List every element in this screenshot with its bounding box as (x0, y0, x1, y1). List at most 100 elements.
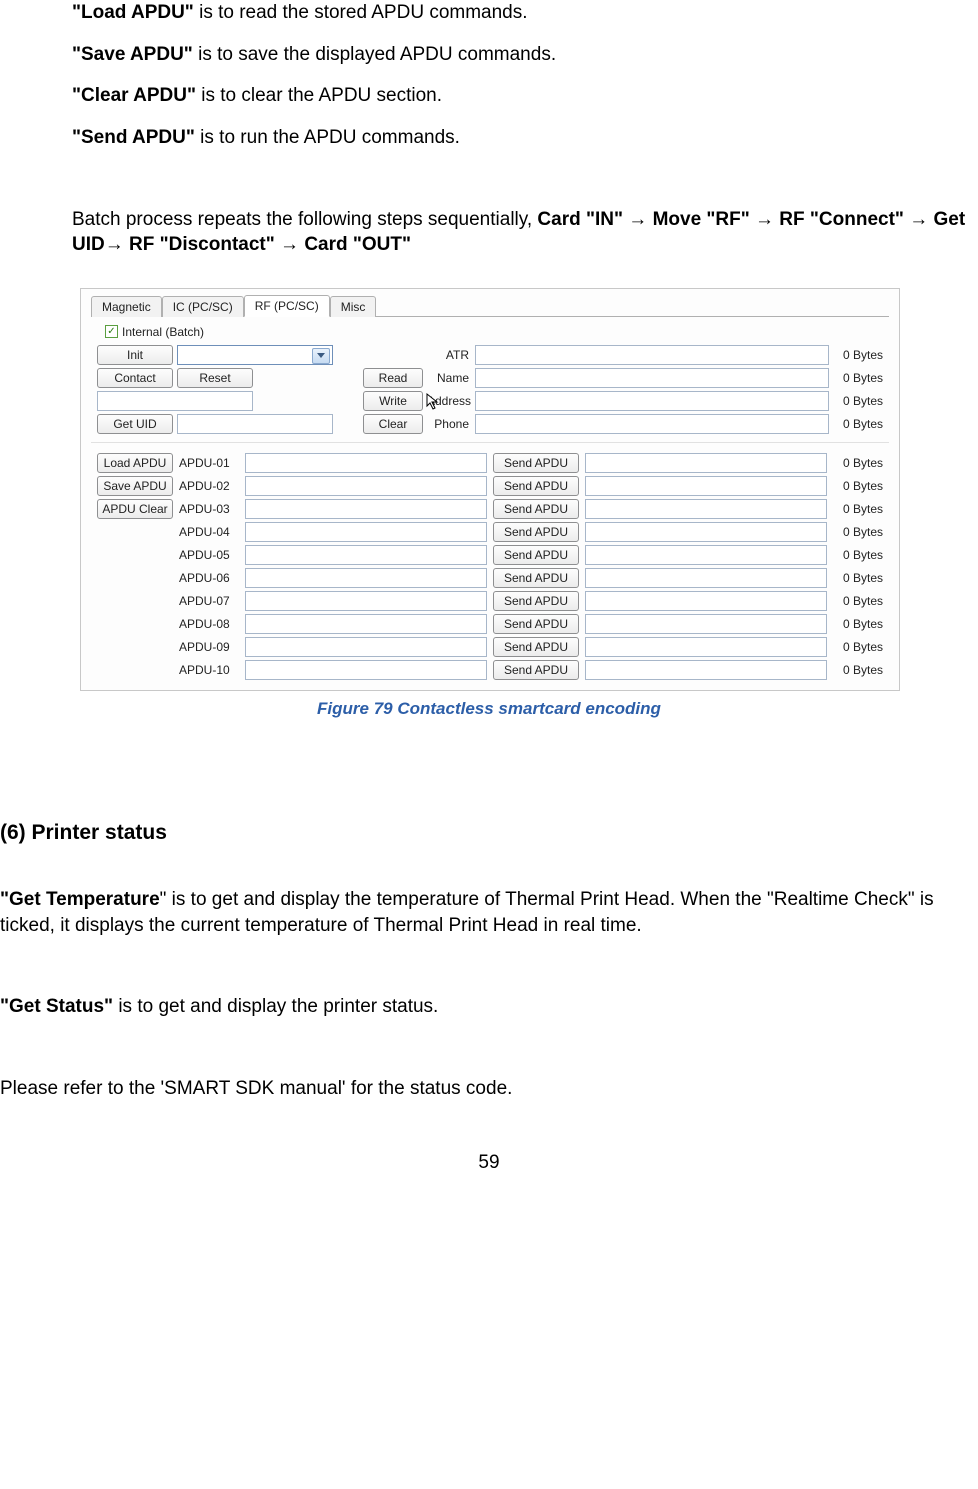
para-send-apdu: "Send APDU" is to run the APDU commands. (72, 125, 978, 151)
blank-field[interactable] (97, 391, 253, 411)
apdu-bytes: 0 Bytes (833, 663, 883, 677)
tab-magnetic[interactable]: Magnetic (91, 296, 162, 317)
send-apdu-button[interactable]: Send APDU (493, 591, 579, 611)
name-bytes: 0 Bytes (833, 371, 883, 385)
apdu-bytes: 0 Bytes (833, 479, 883, 493)
bold-get-temp: "Get Temperature (0, 889, 160, 910)
apdu-row-label: APDU-06 (179, 571, 239, 585)
bold-clear: "Clear APDU" (72, 85, 196, 106)
apdu-bytes: 0 Bytes (833, 548, 883, 562)
send-apdu-button[interactable]: Send APDU (493, 545, 579, 565)
tab-misc[interactable]: Misc (330, 296, 377, 317)
ui-panel: Magnetic IC (PC/SC) RF (PC/SC) Misc ✓ In… (80, 288, 900, 691)
para-load-apdu: "Load APDU" is to read the stored APDU c… (72, 0, 978, 26)
apdu-input[interactable] (245, 545, 487, 565)
init-combo[interactable] (177, 345, 333, 365)
reset-button[interactable]: Reset (177, 368, 253, 388)
bold-get-status: "Get Status" (0, 996, 113, 1017)
text-load: is to read the stored APDU commands. (194, 2, 528, 23)
apdu-row-label: APDU-08 (179, 617, 239, 631)
send-apdu-button[interactable]: Send APDU (493, 476, 579, 496)
atr-field[interactable] (475, 345, 829, 365)
getuid-field[interactable] (177, 414, 333, 434)
atr-bytes: 0 Bytes (833, 348, 883, 362)
tab-rf[interactable]: RF (PC/SC) (244, 295, 330, 317)
contact-button[interactable]: Contact (97, 368, 173, 388)
text-send: is to run the APDU commands. (195, 127, 460, 148)
apdu-result[interactable] (585, 591, 827, 611)
para-sdk-ref: Please refer to the 'SMART SDK manual' f… (0, 1076, 978, 1102)
heading-printer-status: (6) Printer status (0, 819, 978, 847)
apdu-input[interactable] (245, 499, 487, 519)
write-button[interactable]: Write (363, 391, 423, 411)
apdu-result[interactable] (585, 614, 827, 634)
bold-save: "Save APDU" (72, 44, 193, 65)
apdu-input[interactable] (245, 453, 487, 473)
save-apdu-button[interactable]: Save APDU (97, 476, 173, 496)
internal-batch-checkbox[interactable]: ✓ (105, 325, 118, 338)
text-batch-a: Batch process repeats the following step… (72, 209, 537, 230)
getuid-button[interactable]: Get UID (97, 414, 173, 434)
send-apdu-button[interactable]: Send APDU (493, 614, 579, 634)
apdu-result[interactable] (585, 545, 827, 565)
para-batch: Batch process repeats the following step… (72, 207, 978, 258)
apdu-input[interactable] (245, 568, 487, 588)
para-save-apdu: "Save APDU" is to save the displayed APD… (72, 42, 978, 68)
apdu-clear-button[interactable]: APDU Clear (97, 499, 173, 519)
apdu-row-label: APDU-10 (179, 663, 239, 677)
name-label: Name (427, 371, 471, 385)
send-apdu-button[interactable]: Send APDU (493, 660, 579, 680)
apdu-input[interactable] (245, 591, 487, 611)
text-save: is to save the displayed APDU commands. (193, 44, 556, 65)
apdu-row-label: APDU-04 (179, 525, 239, 539)
init-button[interactable]: Init (97, 345, 173, 365)
bold-load: "Load APDU" (72, 2, 194, 23)
address-field[interactable] (475, 391, 829, 411)
para-clear-apdu: "Clear APDU" is to clear the APDU sectio… (72, 83, 978, 109)
cursor-icon (425, 392, 441, 412)
apdu-row-label: APDU-01 (179, 456, 239, 470)
tab-ic[interactable]: IC (PC/SC) (162, 296, 244, 317)
phone-label: Phone (427, 417, 471, 431)
apdu-row-label: APDU-02 (179, 479, 239, 493)
send-apdu-button[interactable]: Send APDU (493, 568, 579, 588)
apdu-bytes: 0 Bytes (833, 456, 883, 470)
load-apdu-button[interactable]: Load APDU (97, 453, 173, 473)
phone-bytes: 0 Bytes (833, 417, 883, 431)
page-number: 59 (0, 1152, 978, 1174)
apdu-input[interactable] (245, 522, 487, 542)
apdu-result[interactable] (585, 660, 827, 680)
name-field[interactable] (475, 368, 829, 388)
apdu-result[interactable] (585, 637, 827, 657)
apdu-bytes: 0 Bytes (833, 594, 883, 608)
address-bytes: 0 Bytes (833, 394, 883, 408)
read-button[interactable]: Read (363, 368, 423, 388)
clear-button[interactable]: Clear (363, 414, 423, 434)
apdu-bytes: 0 Bytes (833, 617, 883, 631)
address-label: Address (427, 394, 471, 408)
apdu-row-label: APDU-03 (179, 502, 239, 516)
apdu-row-label: APDU-07 (179, 594, 239, 608)
text-get-status: is to get and display the printer status… (113, 996, 438, 1017)
apdu-bytes: 0 Bytes (833, 571, 883, 585)
send-apdu-button[interactable]: Send APDU (493, 637, 579, 657)
send-apdu-button[interactable]: Send APDU (493, 522, 579, 542)
apdu-input[interactable] (245, 614, 487, 634)
send-apdu-button[interactable]: Send APDU (493, 453, 579, 473)
apdu-input[interactable] (245, 476, 487, 496)
phone-field[interactable] (475, 414, 829, 434)
apdu-row-label: APDU-09 (179, 640, 239, 654)
send-apdu-button[interactable]: Send APDU (493, 499, 579, 519)
para-get-status: "Get Status" is to get and display the p… (0, 994, 978, 1020)
apdu-bytes: 0 Bytes (833, 502, 883, 516)
apdu-result[interactable] (585, 453, 827, 473)
apdu-result[interactable] (585, 499, 827, 519)
checkbox-row: ✓ Internal (Batch) (105, 325, 889, 339)
apdu-input[interactable] (245, 660, 487, 680)
apdu-result[interactable] (585, 522, 827, 542)
apdu-row-label: APDU-05 (179, 548, 239, 562)
apdu-input[interactable] (245, 637, 487, 657)
apdu-result[interactable] (585, 476, 827, 496)
apdu-result[interactable] (585, 568, 827, 588)
internal-batch-label: Internal (Batch) (122, 325, 204, 339)
